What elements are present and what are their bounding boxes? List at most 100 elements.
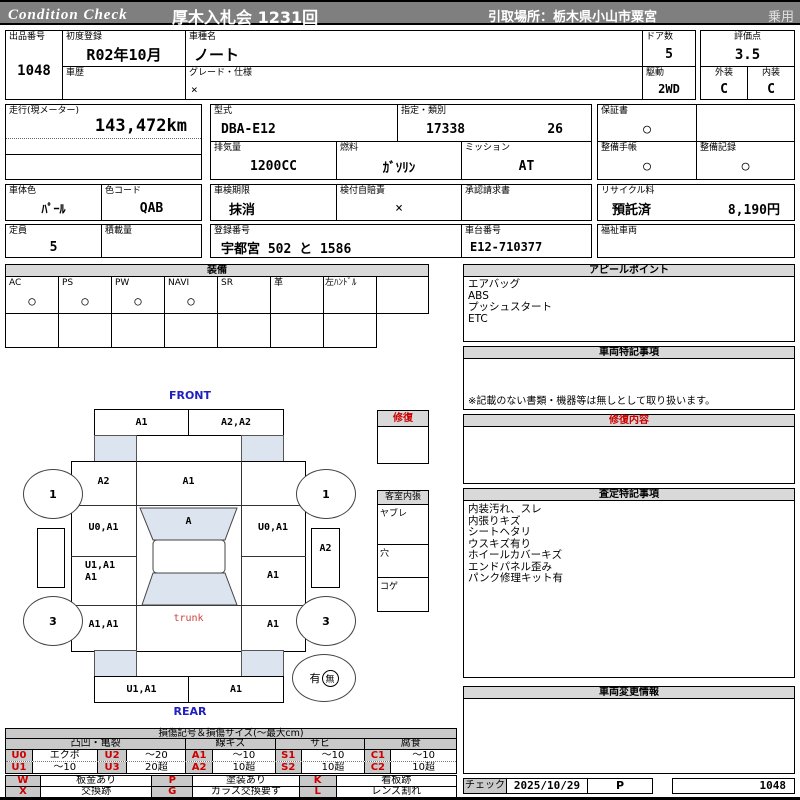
inspection-expiry-box: 車検期限 抹消 xyxy=(210,184,337,221)
repair-content-body xyxy=(463,426,795,484)
cabin-row-tear: ヤブレ xyxy=(377,504,429,545)
damage-code: A2,A2 xyxy=(220,417,252,428)
front-left-corner-shade xyxy=(94,435,137,462)
car-history-box: 車歴 xyxy=(62,66,186,100)
first-registration-label: 初度登録 xyxy=(66,32,103,42)
repair-flag-body xyxy=(377,426,429,464)
equipment-empty-cell xyxy=(111,313,165,348)
type-number-value: 17338 xyxy=(426,121,466,137)
drive-box: 駆動 2WD xyxy=(642,66,696,100)
equipment-label: PW xyxy=(115,278,130,288)
drive-value: 2WD xyxy=(658,82,680,96)
capacity-label: 定員 xyxy=(9,226,28,236)
wheel-rear-right: 3 xyxy=(296,596,356,646)
registration-number-label: 登録番号 xyxy=(214,226,251,236)
legend-mark-code: K xyxy=(299,776,337,786)
displacement-box: 排気量 1200CC xyxy=(210,141,337,180)
footer-lot-number: 1048 xyxy=(672,778,795,794)
legend-desc: 10超 xyxy=(412,762,436,773)
equipment-cell-ps: PS ○ xyxy=(58,276,112,314)
front-bumper-right-cell: A2,A2 xyxy=(188,409,284,436)
check-date: 2025/10/29 xyxy=(506,778,588,794)
legend-desc: ～10 xyxy=(33,762,98,773)
wheel-front-left: 1 xyxy=(23,469,83,519)
checker-code: P xyxy=(587,778,653,794)
legend-mark-code: X xyxy=(6,787,41,797)
legend-code: U3 xyxy=(97,762,128,773)
color-code-value: QAB xyxy=(139,201,164,216)
equipment-empty-cell xyxy=(164,313,218,348)
equipment-cell-navi: NAVI ○ xyxy=(164,276,218,314)
door-rear-left-code2: A1 xyxy=(85,572,98,583)
warranty-box: 保証書 ○ xyxy=(597,104,697,142)
legend-mark-code: L xyxy=(299,787,337,797)
legend-mark-desc: 看板跡 xyxy=(381,776,412,786)
equipment-label: SR xyxy=(221,278,233,288)
recycle-fee-value: 8,190円 xyxy=(727,203,780,218)
load-capacity-value xyxy=(102,237,201,257)
legend-marks-table: W 板金あり P 塗装あり K 看板跡 X 交換跡 G ガラス交換要す L レン… xyxy=(5,775,457,798)
lot-number-box: 出品番号 1048 xyxy=(5,30,63,100)
door-front-right-code: U0,A1 xyxy=(257,522,289,533)
wheel-rear-left: 3 xyxy=(23,596,83,646)
score-value: 3.5 xyxy=(734,46,761,63)
legend-desc: ～10 xyxy=(412,750,436,761)
appeal-item: エアバッグ xyxy=(468,278,521,290)
wheel-code: 3 xyxy=(49,614,57,628)
equipment-label: PS xyxy=(62,278,74,288)
wheel-code: 3 xyxy=(322,614,330,628)
interior-grade-box: 内装 C xyxy=(747,66,795,100)
cabin-row-hole: 穴 xyxy=(377,544,429,578)
recycle-fee-label: リサイクル料 xyxy=(601,186,655,196)
condition-check-sheet: Condition Check 厚木入札会 1231回 引取場所：栃木県小山市粟… xyxy=(0,0,800,800)
assessment-item: パンク修理キット有 xyxy=(468,572,564,584)
spare-tire-indicator: 有 無 xyxy=(292,654,356,702)
diagram-front-label: FRONT xyxy=(168,389,212,402)
damage-code: A1 xyxy=(229,684,243,695)
assessment-item: シートヘタリ xyxy=(468,526,531,538)
equipment-mark: ○ xyxy=(28,294,36,308)
equipment-mark: ○ xyxy=(81,294,89,308)
legend-code: U1 xyxy=(6,762,33,773)
hood-code: A1 xyxy=(182,476,195,487)
diagram-rear-label: REAR xyxy=(173,705,207,718)
displacement-value: 1200CC xyxy=(250,159,297,174)
equipment-mark: ○ xyxy=(187,294,195,308)
car-history-value xyxy=(63,79,185,99)
capacity-box: 定員 5 xyxy=(5,224,102,258)
front-right-corner-shade xyxy=(241,435,284,462)
color-code-label: 色コード xyxy=(105,186,142,196)
odometer-value: 143,472km xyxy=(94,116,187,136)
equipment-label: 左ﾊﾝﾄﾞﾙ xyxy=(325,278,357,288)
welfare-vehicle-value xyxy=(598,237,794,257)
rear-bumper-left-cell: U1,A1 xyxy=(94,676,189,703)
damage-code: U1,A1 xyxy=(126,684,157,695)
model-name-box: 車種名 ノート xyxy=(185,30,643,67)
equipment-mark xyxy=(377,278,428,313)
legend-code: C1 xyxy=(365,750,392,761)
equipment-label: NAVI xyxy=(168,278,190,288)
load-capacity-label: 積載量 xyxy=(105,226,133,236)
displacement-label: 排気量 xyxy=(214,143,242,153)
equipment-cell-lhd: 左ﾊﾝﾄﾞﾙ xyxy=(323,276,377,314)
legend-desc: 10超 xyxy=(213,762,276,773)
type-class-box: 指定・類別 17338 26 xyxy=(397,104,592,142)
legend-mark-desc: 交換跡 xyxy=(41,787,153,797)
legend-code: S2 xyxy=(275,762,302,773)
rear-bumper-right-cell: A1 xyxy=(188,676,284,703)
drive-label: 駆動 xyxy=(646,68,665,78)
maintenance-record-box: 整備記録 ○ xyxy=(696,141,795,180)
maintenance-record-label: 整備記録 xyxy=(700,143,737,153)
legend-code: U0 xyxy=(6,750,33,761)
chassis-number-label: 車台番号 xyxy=(465,226,502,236)
legend-mark-desc: レンズ割れ xyxy=(371,787,422,797)
trunk-label: trunk xyxy=(173,613,204,624)
odometer-divider-dotted xyxy=(6,138,201,139)
model-code-box: 型式 DBA-E12 xyxy=(210,104,398,142)
type-class-label: 指定・類別 xyxy=(401,106,447,116)
doors-box: ドア数 5 xyxy=(642,30,696,67)
car-history-label: 車歴 xyxy=(66,68,85,78)
legend-group: サビ xyxy=(275,739,366,749)
assessment-notes-body: 内装汚れ、スレ 内張りキズ シートヘタリ ウスキズ有り ホイールカバーキズ エン… xyxy=(463,500,795,678)
maintenance-book-box: 整備手帳 ○ xyxy=(597,141,697,180)
